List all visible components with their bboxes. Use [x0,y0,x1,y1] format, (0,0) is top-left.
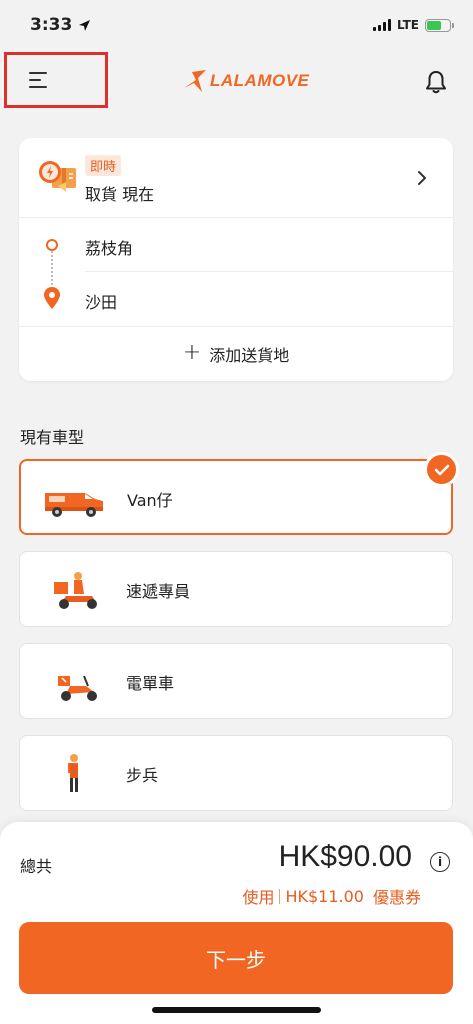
logo-text: LALAMOVE [210,71,310,90]
vehicle-name: 速遞專員 [126,582,191,601]
chevron-right-icon [418,171,426,185]
app-header: LALAMOVE [0,50,473,112]
van-icon [45,493,103,517]
coupon-suffix: 優惠券 [372,888,421,907]
location-arrow-icon [79,19,91,31]
vehicle-name: Van仔 [127,491,173,510]
add-stop-label: 添加送貨地 [209,346,290,365]
total-price: HK$90.00 [278,840,412,873]
status-time: 3:33 [30,15,73,35]
battery-icon [425,18,454,32]
route-card: 即時 取貨 現在 荔枝角 沙田 + 添加送貨地 [19,138,453,381]
checkout-sheet: 總共 HK$90.00 i 使用 HK$11.00 優惠券 下一步 [0,822,473,1024]
total-label: 總共 [20,857,53,876]
selected-check-icon [424,452,459,487]
vehicle-name: 電單車 [126,674,175,693]
coupon-amount: HK$11.00 [285,886,364,906]
origin-dot-icon [46,239,58,251]
pickup-location: 荔枝角 [85,239,134,258]
network-label: LTE [396,18,419,32]
location-pin-icon [44,287,60,309]
dropoff-location: 沙田 [85,293,118,312]
instant-delivery-icon [39,161,76,192]
coupon-divider [279,888,281,904]
status-bar: 3:33 LTE [0,0,473,50]
coupon-prefix: 使用 [242,888,275,907]
vehicle-option-courier[interactable]: 速遞專員 [19,551,453,627]
bell-icon[interactable] [425,70,447,94]
pickup-time-label: 取貨 現在 [85,185,155,204]
pickup-stop-row[interactable]: 荔枝角 [19,218,453,272]
next-step-button[interactable]: 下一步 [19,922,453,994]
coupon-link[interactable]: 使用 HK$11.00 優惠券 [242,884,421,908]
vehicle-section-title: 現有車型 [20,428,85,447]
lalamove-logo: LALAMOVE [182,68,309,94]
dropoff-stop-row[interactable]: 沙田 [19,272,453,326]
instant-badge: 即時 [85,155,122,176]
motorcycle-icon [58,675,97,701]
pickup-time-row[interactable]: 即時 取貨 現在 [19,138,453,218]
vehicle-name: 步兵 [126,766,159,785]
signal-icon [372,19,391,31]
logo-mark-icon [184,70,206,92]
courier-scooter-icon [54,572,97,609]
walker-icon [68,754,78,792]
menu-button[interactable] [4,52,108,108]
home-indicator [152,1007,321,1013]
vehicle-option-walker[interactable]: 步兵 [19,735,453,811]
hamburger-menu-icon [29,72,47,88]
add-stop-button[interactable]: + 添加送貨地 [19,326,453,381]
vehicle-option-motorcycle[interactable]: 電單車 [19,643,453,719]
status-indicators: LTE [372,18,454,32]
vehicle-option-van[interactable]: Van仔 [19,459,453,535]
status-time-group: 3:33 [30,15,91,35]
route-connector [51,251,53,285]
plus-icon: + [182,340,202,365]
info-icon[interactable]: i [430,852,450,872]
